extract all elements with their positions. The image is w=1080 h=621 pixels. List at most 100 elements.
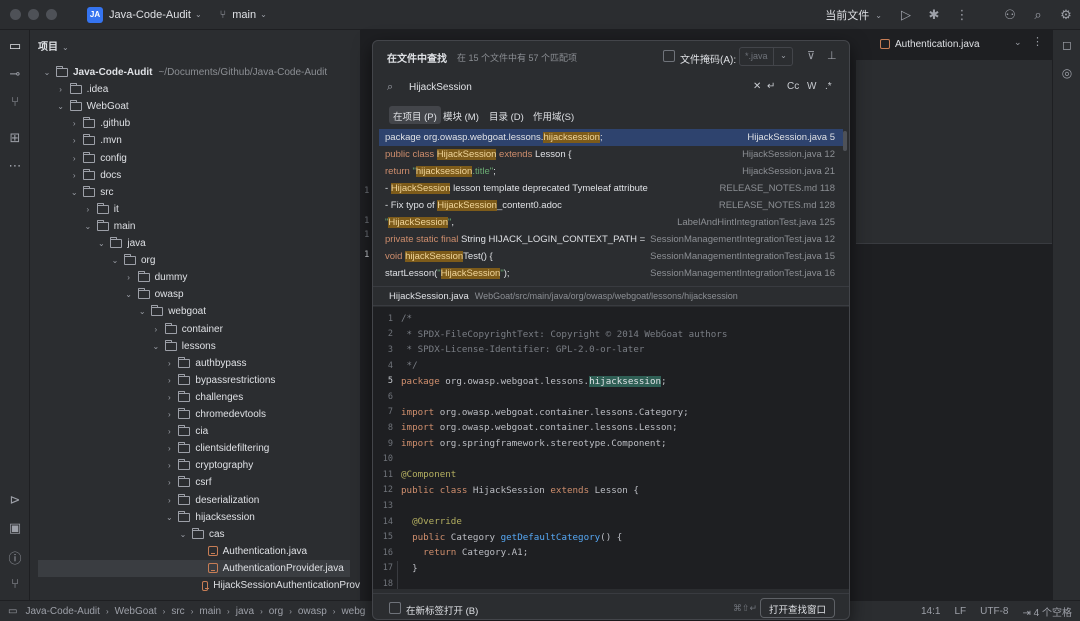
chevron-right-icon[interactable]: › — [164, 427, 174, 436]
tree-item[interactable]: › .github — [30, 115, 360, 132]
open-in-new-tab-checkbox[interactable] — [389, 602, 401, 614]
chevron-down-icon[interactable]: ⌄ — [164, 513, 174, 522]
tree-item[interactable]: › config — [30, 150, 360, 167]
structure-icon[interactable]: ⊞ — [0, 130, 30, 146]
tree-item[interactable]: › challenges — [30, 389, 360, 406]
chevron-right-icon[interactable]: › — [164, 444, 174, 453]
debug-icon[interactable]: ✱ — [920, 7, 948, 23]
chevron-down-icon[interactable]: ⌄ — [773, 47, 793, 66]
whole-word-toggle[interactable]: W — [807, 81, 816, 92]
file-encoding[interactable]: UTF-8 — [980, 606, 1008, 617]
tree-item[interactable]: › docs — [30, 167, 360, 184]
tree-item[interactable]: ⌄ WebGoat — [30, 98, 360, 115]
results-scrollbar[interactable] — [843, 131, 847, 151]
breadcrumb-item[interactable]: main — [199, 606, 221, 617]
chevron-down-icon[interactable]: ⌄ — [137, 307, 147, 316]
chevron-right-icon[interactable]: › — [164, 410, 174, 419]
regex-toggle[interactable]: .* — [825, 81, 832, 92]
result-row[interactable]: "HijackSession", LabelAndHintIntegrationT… — [379, 214, 843, 231]
filter-icon[interactable]: ⊽ — [807, 49, 815, 62]
breadcrumb-item[interactable]: Java-Code-Audit — [25, 606, 99, 617]
tree-item[interactable]: › .mvn — [30, 132, 360, 149]
tree-item[interactable]: ⌄ cas — [30, 526, 360, 543]
line-separator[interactable]: LF — [954, 606, 966, 617]
project-badge[interactable]: JA — [87, 6, 103, 23]
breadcrumb-item[interactable]: webg — [341, 606, 365, 617]
chevron-down-icon[interactable]: ⌄ — [69, 188, 79, 197]
chevron-right-icon[interactable]: › — [69, 136, 79, 145]
tree-item[interactable]: › cia — [30, 423, 360, 440]
code-preview[interactable]: 1 /* 2 * SPDX-FileCopyrightText: Copyright… — [373, 307, 849, 589]
more-icon[interactable]: ⋮ — [1032, 35, 1043, 48]
clear-icon[interactable]: ✕ — [753, 81, 761, 92]
minimize-window-button[interactable] — [28, 9, 39, 20]
breadcrumb-item[interactable]: java — [236, 606, 254, 617]
tree-item[interactable]: ⌄ org — [30, 252, 360, 269]
commit-icon[interactable]: ⊸ — [0, 66, 30, 82]
breadcrumb-item[interactable]: org — [269, 606, 283, 617]
ai-assistant-icon[interactable]: ◎ — [1053, 66, 1080, 80]
chevron-down-icon[interactable]: ⌄ — [124, 290, 134, 299]
tree-item[interactable]: ⌄ lessons — [30, 338, 360, 355]
result-row[interactable]: public class HijackSession extends Lesso… — [379, 146, 843, 163]
tree-item[interactable]: › it — [30, 201, 360, 218]
match-case-toggle[interactable]: Cc — [787, 81, 799, 92]
tree-item[interactable]: › bypassrestrictions — [30, 372, 360, 389]
open-find-window-button[interactable]: 打开查找窗口 — [760, 598, 835, 618]
chevron-right-icon[interactable]: › — [164, 461, 174, 470]
window-controls[interactable] — [10, 9, 57, 20]
chevron-down-icon[interactable]: ⌄ — [96, 239, 106, 248]
chevron-right-icon[interactable]: › — [69, 154, 79, 163]
tree-item[interactable]: › cryptography — [30, 457, 360, 474]
tree-item[interactable]: ⌄ java — [30, 235, 360, 252]
chevron-right-icon[interactable]: › — [164, 478, 174, 487]
result-row[interactable]: return "hijacksession.title"; HijackSessi… — [379, 163, 843, 180]
result-row[interactable]: startLesson("HijackSession"); SessionMana… — [379, 265, 843, 279]
project-name[interactable]: Java-Code-Audit — [109, 9, 191, 21]
result-row[interactable]: - HijackSession lesson template deprecat… — [379, 180, 843, 197]
tree-item[interactable]: › deserialization — [30, 492, 360, 509]
breadcrumb-item[interactable]: owasp — [298, 606, 327, 617]
chevron-down-icon[interactable]: ⌄ — [195, 10, 202, 19]
chevron-down-icon[interactable]: ⌄ — [56, 102, 66, 111]
folder-icon[interactable]: ▭ — [0, 33, 30, 55]
terminal-icon[interactable]: ▣ — [0, 520, 30, 536]
tree-item[interactable]: HijackSessionAuthenticationProv — [30, 577, 360, 594]
indent-setting[interactable]: ⇥ 4 个空格 — [1022, 604, 1072, 619]
tree-item[interactable]: › chromedevtools — [30, 406, 360, 423]
result-row[interactable]: package org.owasp.webgoat.lessons.hijack… — [379, 129, 843, 146]
project-panel-title[interactable]: 项目 ⌄ — [38, 38, 69, 53]
tree-item[interactable]: › dummy — [30, 269, 360, 286]
tree-item[interactable]: › clientsidefiltering — [30, 440, 360, 457]
scope-tab[interactable]: 目录 (D) — [485, 106, 528, 124]
chevron-down-icon[interactable]: ⌄ — [875, 11, 882, 20]
tree-item[interactable]: › .idea — [30, 81, 360, 98]
chevron-right-icon[interactable]: › — [164, 359, 174, 368]
chevron-right-icon[interactable]: › — [56, 85, 66, 94]
result-row[interactable]: private static final String HIJACK_LOGIN… — [379, 231, 843, 248]
scope-tab[interactable]: 作用域(S) — [529, 106, 578, 124]
cursor-position[interactable]: 14:1 — [921, 606, 940, 617]
tree-item[interactable]: ⌄ src — [30, 184, 360, 201]
tree-item[interactable]: ⌄ Java-Code-Audit ~/Documents/Github/Java-… — [30, 64, 360, 81]
chevron-down-icon[interactable]: ⌄ — [178, 530, 188, 539]
branch-name[interactable]: main — [232, 9, 256, 21]
tab-authentication-java[interactable]: Authentication.java — [880, 30, 980, 58]
services-icon[interactable]: ⊳ — [0, 492, 30, 508]
chevron-right-icon[interactable]: › — [83, 205, 93, 214]
file-mask-checkbox[interactable] — [663, 50, 675, 62]
maximize-window-button[interactable] — [46, 9, 57, 20]
tree-item[interactable]: › container — [30, 321, 360, 338]
search-icon[interactable]: ⌕ — [1024, 7, 1052, 23]
chevron-right-icon[interactable]: › — [164, 376, 174, 385]
pin-icon[interactable]: ⊥ — [827, 49, 837, 62]
more-tools-icon[interactable]: ⋯ — [0, 158, 30, 174]
tree-item[interactable]: ⌄ main — [30, 218, 360, 235]
chevron-right-icon[interactable]: › — [164, 393, 174, 402]
notifications-icon[interactable]: ◻ — [1053, 38, 1080, 52]
result-row[interactable]: - Fix typo of HijackSession_content0.ado… — [379, 197, 843, 214]
history-icon[interactable]: ↵ — [767, 81, 775, 92]
tree-item[interactable]: AuthenticationProvider.java — [38, 559, 350, 577]
chevron-down-icon[interactable]: ⌄ — [42, 68, 52, 77]
tree-item[interactable]: Authentication.java — [30, 543, 360, 560]
